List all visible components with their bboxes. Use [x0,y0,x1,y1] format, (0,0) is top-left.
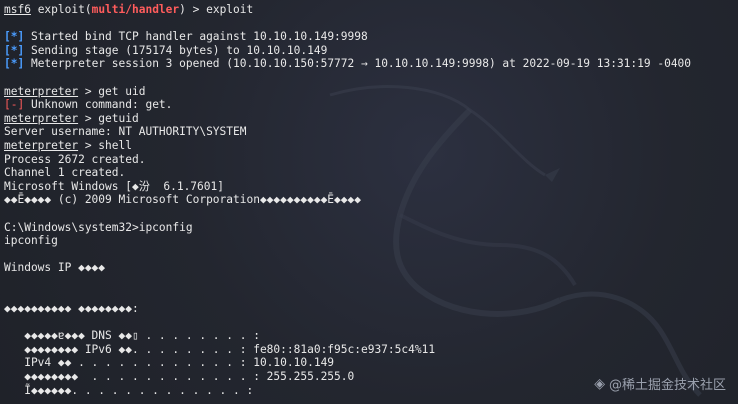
ipconfig-line: Ĩ◆◆◆◆◆◆. . . . . . . . . . . . . : [4,383,254,397]
watermark: ◈ @稀土掘金技术社区 [594,374,726,394]
meterpreter-line: meterpreter > getuid [4,112,691,126]
blank-line [4,248,691,262]
output-line: Process 2672 created. [4,152,146,166]
error-line: [-] Unknown command: get. [4,98,691,112]
ipconfig-line: ◆◆◆◆◆◆◆◆ IPv6 ◆◆. . . . . . . . : fe80::… [4,342,436,356]
output-line: ◆◆Ē◆◆◆◆ (c) 2009 Microsoft Corporation◆◆… [4,193,361,207]
blank-line [4,71,691,85]
terminal-window[interactable]: msf6 exploit(multi/handler) > exploit [*… [0,0,738,404]
ipconfig-line: IPv4 ◆◆ . . . . . . . . . . . . : 10.10.… [4,356,335,370]
prompt-text: ) > [179,3,207,16]
terminal-output: msf6 exploit(multi/handler) > exploit [*… [4,3,691,397]
command-text: exploit [206,3,254,16]
prompt-text: exploit( [30,3,92,16]
info-text: Started bind TCP handler against 10.10.1… [24,30,368,44]
juejin-logo-icon: ◈ [594,375,605,392]
cmd-prompt-line: C:\Windows\system32>ipconfig [4,220,193,234]
blank-line [4,316,691,330]
ipconfig-line: ◆◆◆◆◆◆◆◆ . . . . . . . . . . . . : 255.2… [4,370,355,384]
command-text: > getuid [78,111,139,125]
meterpreter-line: meterpreter > get uid [4,85,691,99]
error-tag: [-] [4,98,25,112]
info-line: [*] Meterpreter session 3 opened (10.10.… [4,57,691,71]
meterpreter-prompt: meterpreter [4,111,79,125]
info-text: Sending stage (175174 bytes) to 10.10.10… [24,43,328,57]
meterpreter-line: meterpreter > shell [4,139,691,153]
info-line: [*] Sending stage (175174 bytes) to 10.1… [4,44,691,58]
output-line: Windows IP ◆◆◆◆ [4,261,106,275]
ipconfig-line: ◆◆◆◆◆ɐ◆◆◆ DNS ◆◆▯ . . . . . . . . : [4,329,260,343]
msf-prompt: msf6 [4,3,31,16]
output-line: Microsoft Windows [◆汾 6.1.7601] [4,179,224,193]
output-line: Channel 1 created. [4,166,126,180]
output-line: ◆◆◆◆◆◆◆◆◆◆ ◆◆◆◆◆◆◆◆: [4,302,139,316]
watermark-text: @稀土掘金技术社区 [608,378,726,393]
command-text: > shell [78,138,132,152]
meterpreter-prompt: meterpreter [4,138,79,152]
blank-line [4,288,691,302]
msf-prompt-line: msf6 exploit(multi/handler) > exploit [4,3,691,17]
command-text: > get uid [78,84,146,98]
module-name: multi/handler [91,3,180,16]
info-tag: [*] [4,43,25,57]
output-line: Server username: NT AUTHORITY\SYSTEM [4,125,247,139]
info-text: Meterpreter session 3 opened (10.10.10.1… [24,57,692,71]
blank-line [4,207,691,221]
meterpreter-prompt: meterpreter [4,84,79,98]
info-tag: [*] [4,57,25,71]
error-text: Unknown command: get. [24,98,173,112]
info-line: [*] Started bind TCP handler against 10.… [4,30,691,44]
blank-line [4,275,691,289]
blank-line [4,17,691,31]
output-line: ipconfig [4,234,58,248]
info-tag: [*] [4,30,25,44]
